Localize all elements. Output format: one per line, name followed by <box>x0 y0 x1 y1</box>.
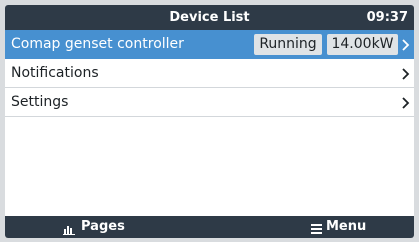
chevron-right-icon <box>400 59 412 88</box>
chevron-right-icon <box>400 88 412 117</box>
bar-chart-icon <box>63 221 75 238</box>
list-item-label: Settings <box>11 94 69 110</box>
pages-label: Pages <box>81 219 125 234</box>
menu-button[interactable]: Menu <box>311 216 391 238</box>
chevron-right-icon <box>400 30 412 59</box>
pages-button[interactable]: Pages <box>63 216 153 238</box>
title-bar: Device List 09:37 <box>5 5 414 30</box>
list-item-settings[interactable]: Settings <box>5 88 414 117</box>
list-item-notifications[interactable]: Notifications <box>5 59 414 88</box>
footer-bar: Pages Menu <box>5 216 414 238</box>
page-title: Device List <box>169 10 250 25</box>
list-item-label: Notifications <box>11 65 99 81</box>
list-item-label: Comap genset controller <box>11 36 184 52</box>
device-list-screen: Device List 09:37 Comap genset controlle… <box>5 5 414 238</box>
list-item-genset[interactable]: Comap genset controller Running 14.00kW <box>5 30 414 59</box>
status-badge: Running <box>254 34 322 55</box>
menu-label: Menu <box>326 219 367 234</box>
clock: 09:37 <box>366 10 408 25</box>
power-badge: 14.00kW <box>327 34 398 55</box>
hamburger-icon <box>311 221 323 238</box>
